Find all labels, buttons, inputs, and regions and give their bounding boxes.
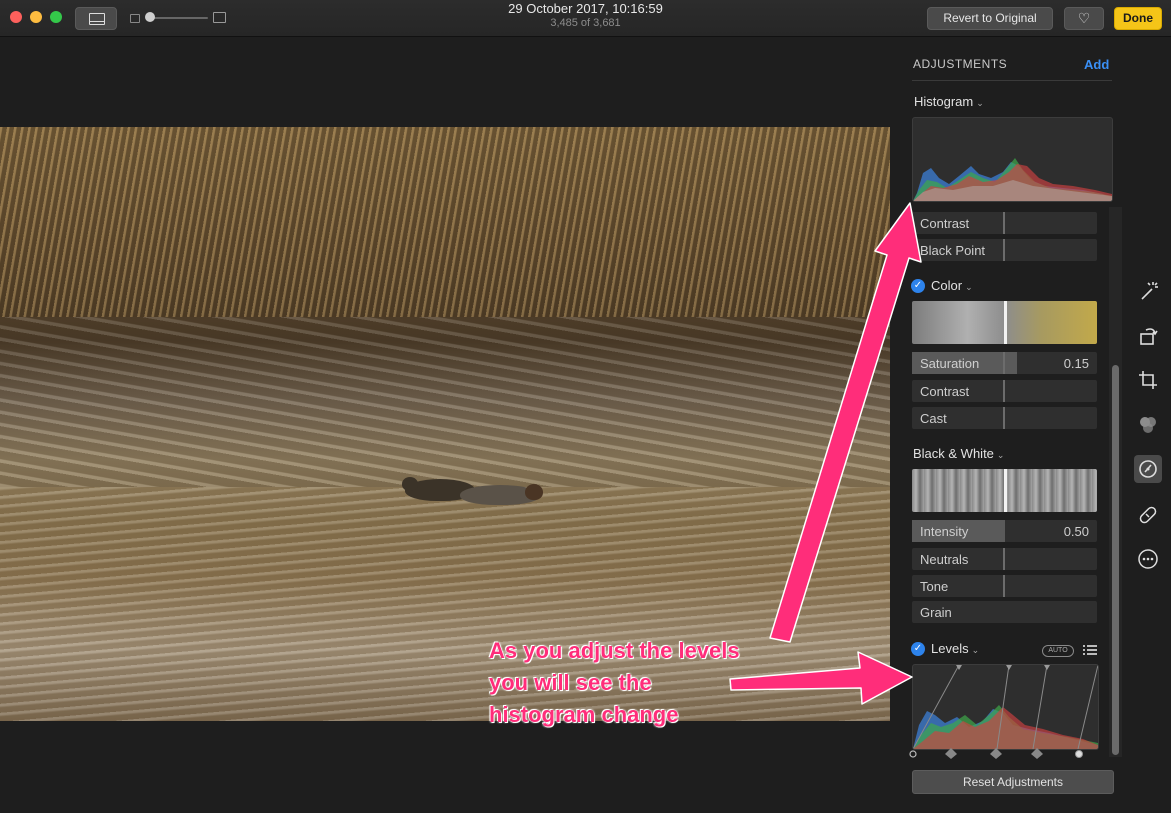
annotation-line: histogram change — [489, 701, 679, 727]
slider-center-mark — [1003, 239, 1005, 261]
chevron-down-icon: ⌄ — [976, 98, 984, 108]
slider-label: Contrast — [920, 216, 970, 231]
chevron-down-icon: ⌄ — [996, 450, 1005, 460]
slider-value: 0.15 — [1063, 356, 1089, 371]
photo-canvas[interactable] — [0, 127, 890, 721]
slider-center-mark — [1003, 380, 1005, 402]
black-point-slider[interactable]: Black Point — [912, 239, 1097, 261]
crop-icon[interactable] — [1134, 366, 1162, 394]
slider-label: Neutrals — [920, 552, 969, 567]
color-label: Color — [931, 278, 963, 293]
levels-handles[interactable] — [908, 746, 1098, 760]
slider-label: Black Point — [920, 243, 986, 258]
more-icon[interactable] — [1134, 545, 1162, 573]
histogram-label: Histogram — [914, 94, 974, 109]
levels-auto-button[interactable]: AUTO — [1042, 645, 1074, 657]
photo-mudbank — [0, 317, 890, 487]
magic-wand-icon[interactable] — [1134, 277, 1162, 305]
neutrals-slider[interactable]: Neutrals — [912, 548, 1097, 570]
slider-value: 0.50 — [1063, 524, 1089, 539]
adjust-tool-button[interactable] — [1134, 455, 1162, 483]
preview-handle[interactable] — [1004, 301, 1007, 344]
slider-label: Contrast — [920, 384, 970, 399]
favorite-button[interactable]: ♡ — [1064, 7, 1104, 30]
cast-slider[interactable]: Cast — [912, 407, 1097, 429]
black-white-label: Black & White — [913, 446, 994, 461]
photo-water — [0, 487, 890, 721]
annotation-line: you will see the — [489, 669, 652, 695]
levels-section-header[interactable]: Levels ⌄ — [931, 641, 979, 656]
grain-slider[interactable]: Grain — [912, 601, 1097, 623]
retouch-icon[interactable] — [1134, 501, 1162, 529]
intensity-slider[interactable]: Intensity 0.50 — [912, 520, 1097, 542]
panel-scrollbar-thumb[interactable] — [1112, 365, 1119, 755]
histogram-display — [912, 117, 1113, 202]
reset-adjustments-button[interactable]: Reset Adjustments — [912, 770, 1114, 794]
slider-label: Intensity — [920, 524, 969, 539]
panel-divider — [912, 80, 1112, 81]
saturation-slider[interactable]: Saturation 0.15 — [912, 352, 1097, 374]
slider-center-mark — [1003, 407, 1005, 429]
black-white-section-header[interactable]: Black & White ⌄ — [913, 446, 1004, 461]
revert-to-original-button[interactable]: Revert to Original — [927, 7, 1053, 30]
levels-enabled-checkbox[interactable]: ✓ — [911, 642, 925, 656]
annotation-text: As you adjust the levels you will see th… — [489, 635, 740, 731]
adjustments-title: ADJUSTMENTS — [913, 57, 1008, 71]
color-contrast-slider[interactable]: Contrast — [912, 380, 1097, 402]
adjust-icon — [1139, 460, 1157, 478]
levels-histogram[interactable] — [912, 664, 1099, 750]
slider-label: Saturation — [920, 356, 980, 371]
chevron-down-icon: ⌄ — [971, 645, 980, 655]
slider-label: Cast — [920, 411, 947, 426]
color-saturation-preview[interactable] — [912, 301, 1097, 344]
color-enabled-checkbox[interactable]: ✓ — [911, 279, 925, 293]
photo-duck-head — [402, 477, 418, 491]
photo-reeds — [0, 127, 890, 317]
slider-center-mark — [1003, 575, 1005, 597]
title-bar: 29 October 2017, 10:16:59 3,485 of 3,681… — [0, 0, 1171, 37]
slider-center-mark — [1003, 352, 1005, 374]
annotation-line: As you adjust the levels — [489, 638, 740, 663]
levels-label: Levels — [931, 641, 969, 656]
slider-label: Tone — [920, 579, 949, 594]
preview-handle[interactable] — [1004, 469, 1007, 512]
slider-center-mark — [1003, 212, 1005, 234]
heart-icon: ♡ — [1077, 10, 1091, 26]
histogram-section-header[interactable]: Histogram ⌄ — [914, 94, 984, 109]
black-white-preview[interactable] — [912, 469, 1097, 512]
add-adjustment-button[interactable]: Add — [1084, 57, 1109, 72]
color-section-header[interactable]: Color ⌄ — [931, 278, 973, 293]
slider-label: Grain — [920, 605, 952, 620]
done-button[interactable]: Done — [1114, 7, 1162, 30]
list-icon[interactable] — [1083, 643, 1097, 657]
slider-center-mark — [1003, 548, 1005, 570]
chevron-down-icon: ⌄ — [965, 282, 973, 292]
light-contrast-slider[interactable]: Contrast — [912, 212, 1097, 234]
filters-icon[interactable] — [1134, 411, 1162, 439]
rotate-icon[interactable] — [1134, 322, 1162, 350]
tone-slider[interactable]: Tone — [912, 575, 1097, 597]
photo-duck-head — [525, 484, 543, 500]
